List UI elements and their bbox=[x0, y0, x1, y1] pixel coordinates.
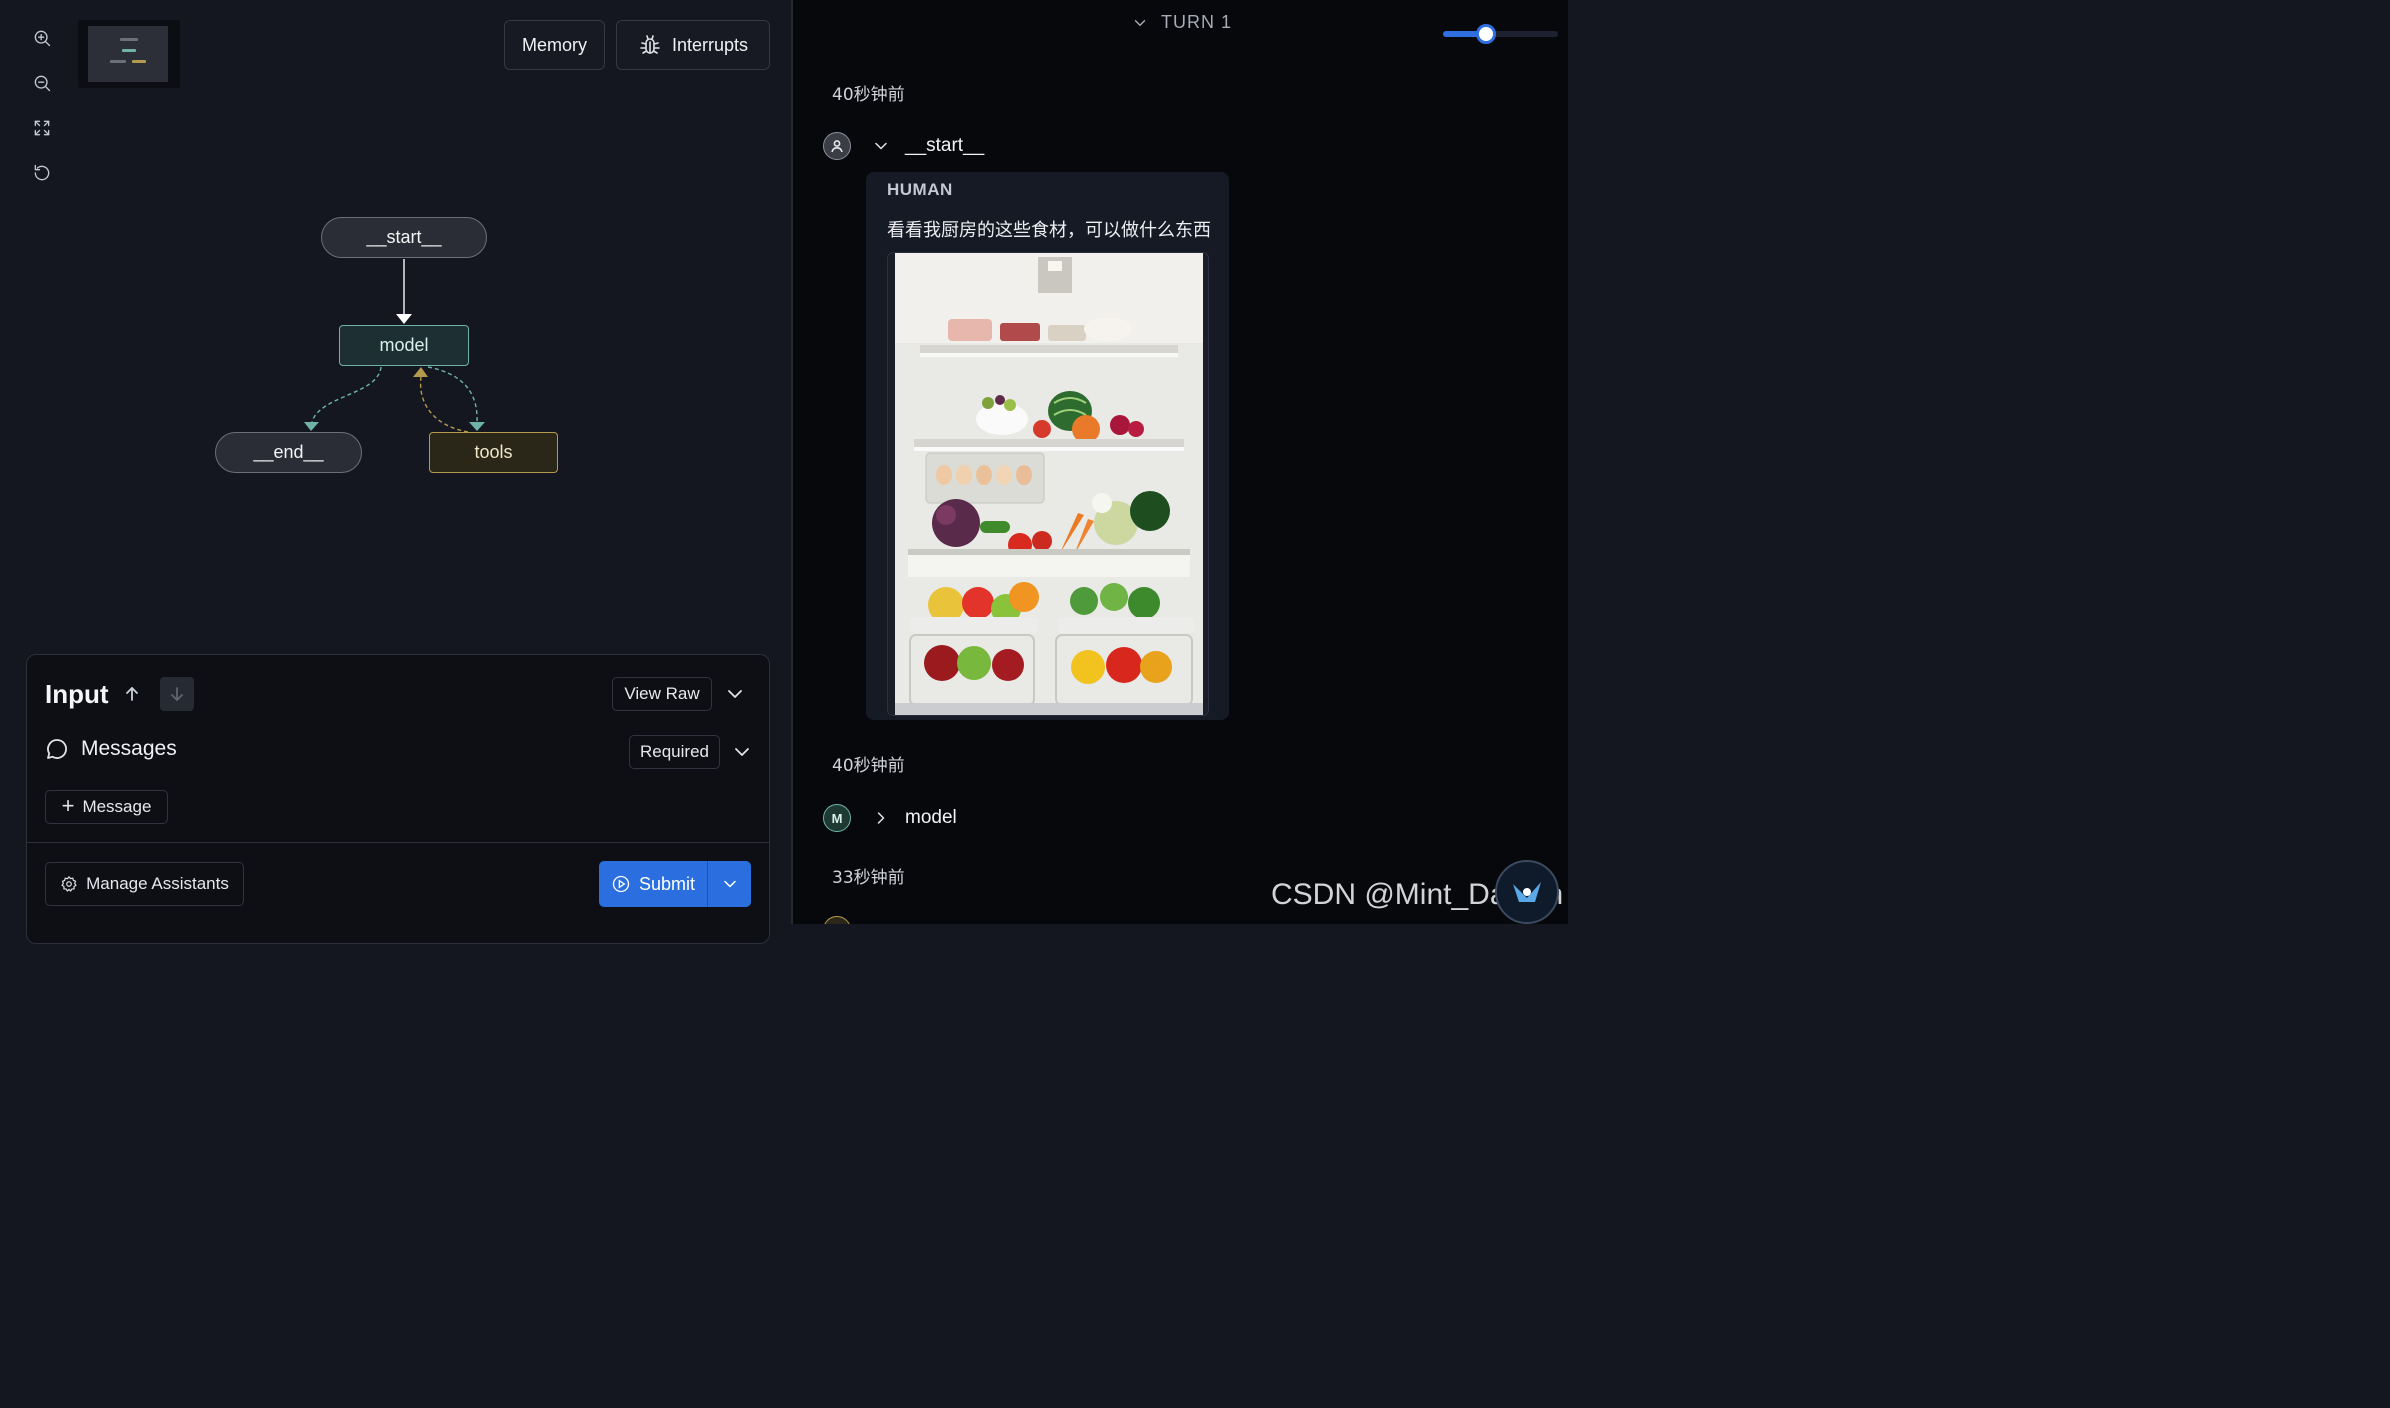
chevron-down-icon bbox=[875, 142, 887, 150]
fit-view-icon bbox=[34, 120, 50, 136]
zoom-out-button[interactable] bbox=[28, 69, 56, 97]
floating-logo-button[interactable] bbox=[1495, 860, 1559, 924]
thread-pane: TURN 1 40秒钟前 __start__ HUMAN 看看我厨房的这些食材，… bbox=[793, 0, 1568, 924]
step-node-name: __start__ bbox=[905, 135, 985, 156]
fit-view-button[interactable] bbox=[28, 114, 56, 142]
view-raw-button[interactable]: View Raw bbox=[612, 677, 712, 711]
graph-node-tools[interactable]: tools bbox=[429, 432, 558, 473]
edge-model-tools-arrow bbox=[469, 422, 485, 431]
chevron-right-icon bbox=[877, 812, 885, 824]
submit-options-button[interactable] bbox=[708, 861, 751, 907]
step-timestamp: 40秒钟前 bbox=[832, 756, 905, 776]
graph-controls bbox=[28, 24, 56, 204]
step-start-row[interactable]: __start__ bbox=[823, 132, 984, 160]
human-message-card: HUMAN 看看我厨房的这些食材，可以做什么东西 bbox=[866, 172, 1229, 720]
submit-label: Submit bbox=[639, 873, 696, 894]
message-image[interactable] bbox=[887, 252, 1209, 716]
input-divider bbox=[27, 842, 769, 843]
bug-icon bbox=[640, 35, 660, 54]
plus-icon: + bbox=[61, 793, 75, 818]
memory-label: Memory bbox=[521, 34, 587, 55]
interrupts-button[interactable]: Interrupts bbox=[616, 20, 770, 70]
arrow-up-icon bbox=[126, 687, 138, 701]
chat-bubble-icon bbox=[47, 739, 67, 759]
manage-assistants-button[interactable]: Manage Assistants bbox=[45, 862, 244, 906]
messages-label: Messages bbox=[81, 737, 177, 760]
edge-model-end-arrow bbox=[304, 422, 319, 431]
interrupts-label: Interrupts bbox=[671, 34, 749, 55]
submit-button-group: Submit bbox=[599, 861, 751, 907]
edge-model-tools bbox=[427, 366, 478, 423]
message-text: 看看我厨房的这些食材，可以做什么东西 bbox=[887, 220, 1211, 241]
minimap-node-end bbox=[110, 60, 126, 63]
required-badge: Required bbox=[629, 735, 720, 769]
memory-button[interactable]: Memory bbox=[504, 20, 605, 70]
zoom-out-icon bbox=[34, 75, 51, 92]
avatar bbox=[823, 132, 851, 160]
expand-down-button[interactable] bbox=[160, 677, 194, 711]
submit-button[interactable]: Submit bbox=[599, 861, 707, 907]
minimap-node-model bbox=[122, 49, 136, 52]
avatar: M bbox=[823, 804, 851, 832]
step-timestamp: 40秒钟前 bbox=[832, 85, 905, 105]
add-message-button[interactable]: + Message bbox=[45, 790, 168, 824]
minimap-node-tools bbox=[132, 60, 146, 63]
play-circle-icon bbox=[612, 875, 630, 893]
step-node-name: model bbox=[905, 807, 957, 828]
zoom-in-icon bbox=[34, 30, 51, 47]
chevron-down-icon bbox=[723, 880, 736, 888]
graph-node-end[interactable]: __end__ bbox=[215, 432, 362, 473]
avatar bbox=[823, 916, 851, 924]
edge-model-end bbox=[311, 366, 382, 423]
bird-logo-icon bbox=[1513, 882, 1541, 902]
graph-minimap[interactable] bbox=[78, 20, 180, 88]
chevron-down-icon[interactable] bbox=[730, 740, 754, 764]
edge-tools-model bbox=[419, 376, 469, 433]
edge-start-model-arrow bbox=[396, 314, 412, 324]
step-timestamp: 33秒钟前 bbox=[832, 868, 905, 888]
reset-view-button[interactable] bbox=[28, 159, 56, 187]
input-panel: Input View Raw Messages Required + Messa… bbox=[26, 654, 770, 944]
minimap-viewport bbox=[88, 26, 168, 82]
turn-slider-thumb[interactable] bbox=[1475, 24, 1496, 44]
minimap-node-start bbox=[120, 38, 138, 41]
chevron-down-icon bbox=[1134, 19, 1146, 26]
collapse-up-button[interactable] bbox=[115, 677, 149, 711]
turn-slider[interactable] bbox=[1443, 24, 1558, 44]
chevron-down-icon[interactable] bbox=[723, 682, 747, 706]
manage-assistants-label: Manage Assistants bbox=[86, 874, 229, 893]
arrow-down-icon bbox=[171, 687, 183, 701]
graph-node-model[interactable]: model bbox=[339, 325, 469, 366]
input-title: Input bbox=[45, 679, 109, 709]
add-message-label: Message bbox=[82, 797, 152, 816]
graph-edges bbox=[304, 259, 485, 433]
reset-icon bbox=[34, 164, 50, 181]
message-role: HUMAN bbox=[887, 180, 953, 199]
fridge-image bbox=[888, 253, 1208, 715]
gear-icon bbox=[61, 875, 77, 892]
step-model-row[interactable]: M model bbox=[823, 804, 957, 832]
turn-toggle[interactable]: TURN 1 bbox=[1131, 12, 1232, 33]
messages-field-header: Messages bbox=[45, 737, 177, 761]
graph-pane: Memory Interrupts __start__ model __end_… bbox=[0, 0, 792, 944]
turn-label: TURN 1 bbox=[1161, 12, 1233, 32]
zoom-in-button[interactable] bbox=[28, 24, 56, 52]
edge-tools-model-arrow bbox=[413, 367, 428, 377]
graph-node-start[interactable]: __start__ bbox=[321, 217, 487, 258]
person-icon bbox=[831, 140, 843, 153]
